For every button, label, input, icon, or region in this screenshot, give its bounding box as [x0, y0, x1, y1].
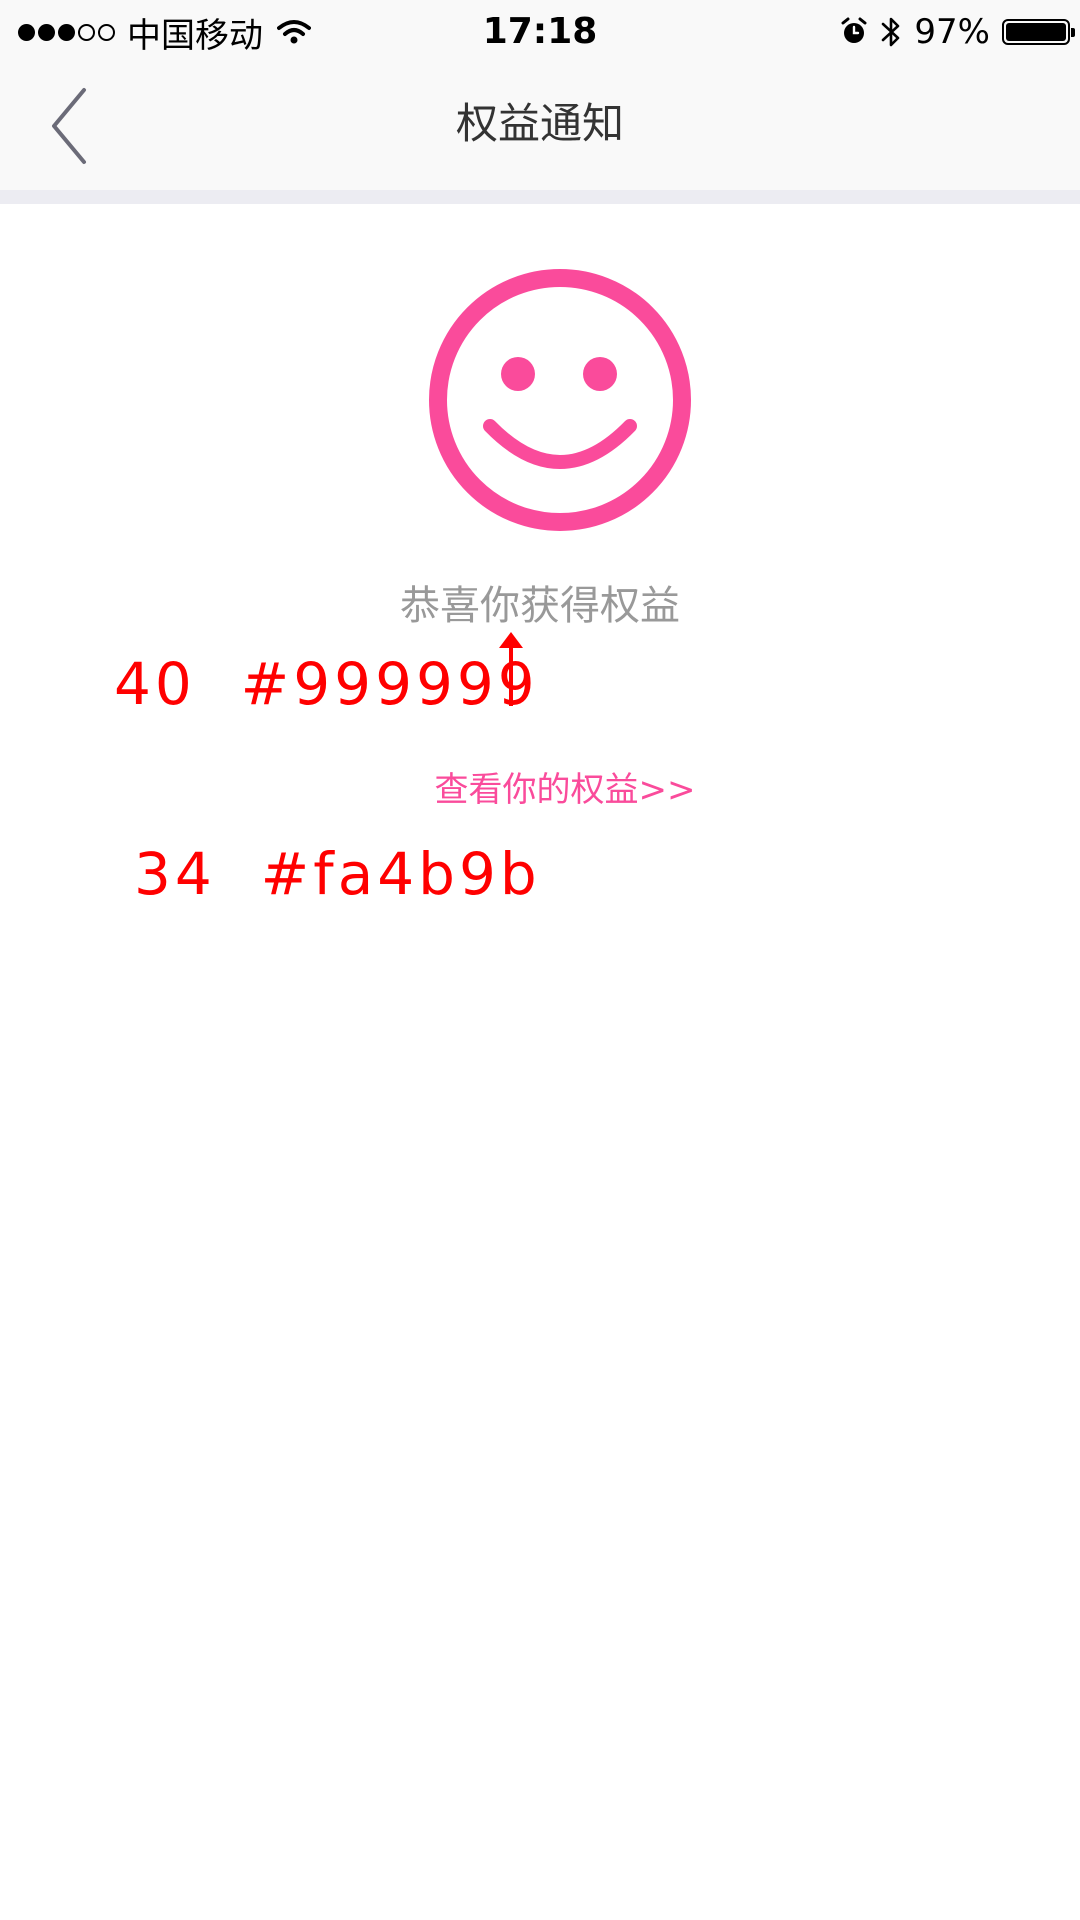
status-right: 97%	[840, 10, 1075, 54]
congrats-message: 恭喜你获得权益	[400, 583, 680, 629]
battery-icon	[1002, 19, 1075, 45]
header-divider	[0, 190, 1080, 204]
page-title: 权益通知	[455, 99, 624, 148]
link-spec-annotation: 34 #fa4b9b	[134, 840, 541, 908]
smiley-face-icon	[429, 269, 691, 531]
alarm-icon	[841, 17, 867, 43]
battery-percent: 97%	[914, 12, 990, 52]
navigation-bar: 权益通知	[0, 64, 1080, 190]
status-bar: 中国移动 17:18 97%	[0, 0, 1080, 64]
message-spec-annotation: 40 #999999	[114, 650, 539, 718]
bluetooth-icon	[882, 17, 900, 47]
view-benefits-link[interactable]: 查看你的权益>>	[0, 766, 1080, 814]
